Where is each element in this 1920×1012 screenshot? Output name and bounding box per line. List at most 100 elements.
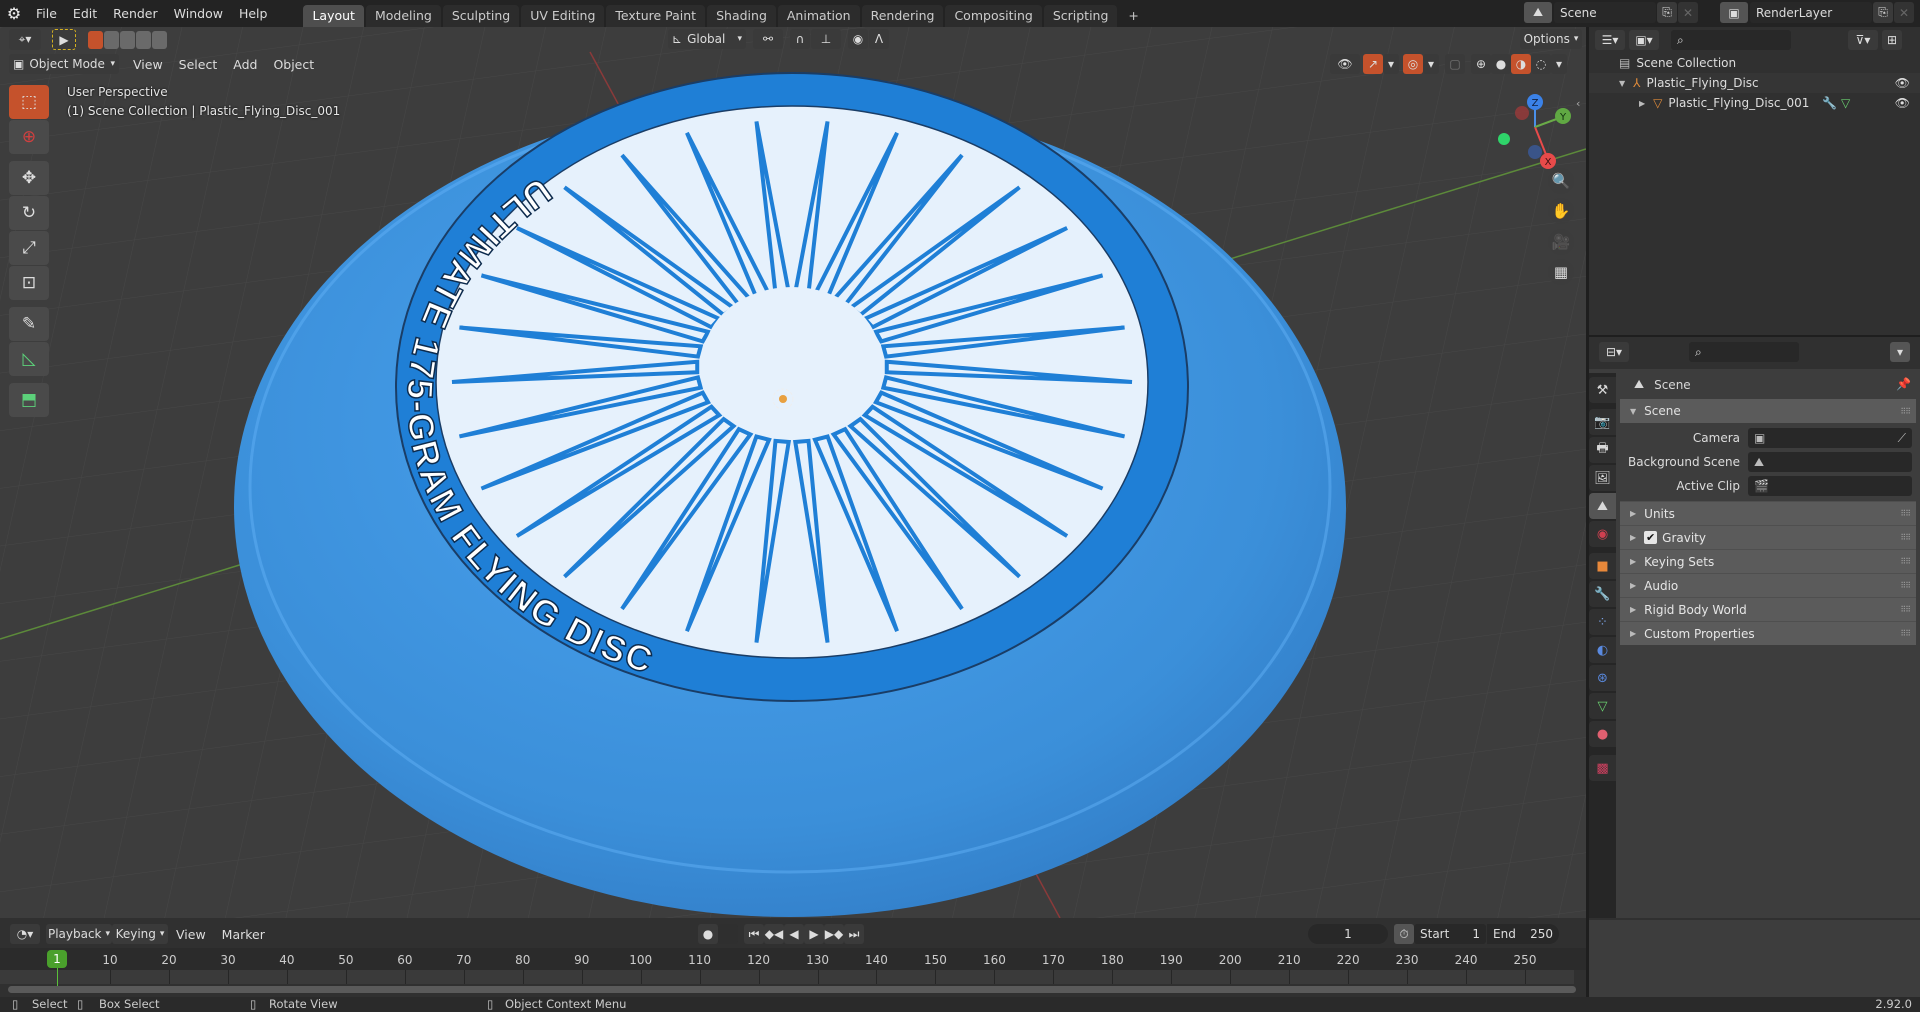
material-preview-shading-icon[interactable]: ◑ bbox=[1511, 54, 1531, 74]
view-layer-selector-icon[interactable]: ▣ bbox=[1720, 2, 1748, 23]
tab-layout[interactable]: Layout bbox=[303, 5, 364, 27]
material-tab-icon[interactable]: ● bbox=[1589, 721, 1616, 747]
view-layer-name-field[interactable]: RenderLayer bbox=[1750, 2, 1872, 23]
modifier-tab-icon[interactable]: 🔧 bbox=[1589, 581, 1616, 607]
tab-sculpting[interactable]: Sculpting bbox=[442, 5, 520, 27]
select-mode-tool-icon[interactable]: ▶ bbox=[52, 29, 76, 50]
zoom-view-icon[interactable]: 🔍 bbox=[1548, 168, 1574, 194]
timeline-editor-type-icon[interactable]: ◔▾ bbox=[10, 924, 40, 944]
delete-scene-icon[interactable]: ✕ bbox=[1678, 2, 1698, 23]
menu-window[interactable]: Window bbox=[166, 6, 231, 21]
gizmo-x-axis[interactable]: X bbox=[1540, 153, 1556, 169]
playhead-frame-indicator[interactable]: 1 bbox=[47, 950, 67, 968]
transform-orientation-dropdown[interactable]: ⊾ Global ▾ bbox=[668, 29, 746, 49]
selection-mode-new-icon[interactable] bbox=[88, 30, 103, 49]
current-frame-field[interactable]: 1 bbox=[1308, 924, 1388, 944]
cursor-tool-icon[interactable]: ⊕ bbox=[9, 120, 49, 154]
rigid-body-world-panel-header[interactable]: ▶ Rigid Body World ⠿⠿ bbox=[1620, 597, 1916, 621]
xray-toggle-icon[interactable]: ▢ bbox=[1445, 54, 1465, 74]
add-cube-tool-icon[interactable]: ⬒ bbox=[9, 383, 49, 417]
filter-icon[interactable]: ⊽▾ bbox=[1848, 30, 1878, 50]
expand-arrow-icon[interactable]: ▼ bbox=[1619, 79, 1625, 88]
play-reverse-icon[interactable]: ◀ bbox=[784, 924, 804, 944]
modifier-icon[interactable]: 🔧 bbox=[1822, 96, 1837, 110]
tab-scripting[interactable]: Scripting bbox=[1043, 5, 1118, 27]
selection-mode-invert-icon[interactable] bbox=[136, 30, 151, 49]
keying-set-icon[interactable] bbox=[718, 924, 738, 944]
sidebar-toggle-icon[interactable]: ‹ bbox=[1576, 97, 1580, 110]
mode-dropdown[interactable]: ▣ Object Mode ▾ bbox=[9, 54, 119, 74]
pivot-point-icon[interactable]: ⚯ bbox=[753, 29, 783, 49]
constraints-tab-icon[interactable]: ⊛ bbox=[1589, 665, 1616, 691]
scene-selector-icon[interactable]: ⛰ bbox=[1524, 2, 1552, 23]
menu-view[interactable]: View bbox=[125, 57, 171, 72]
data-tab-icon[interactable]: ▽ bbox=[1589, 693, 1616, 719]
menu-add[interactable]: Add bbox=[225, 57, 265, 72]
tab-uv-editing[interactable]: UV Editing bbox=[521, 5, 605, 27]
auto-keying-icon[interactable]: ● bbox=[698, 924, 718, 944]
selection-mode-subtract-icon[interactable] bbox=[120, 30, 135, 49]
outliner-item[interactable]: ▼ ⅄ Plastic_Flying_Disc 👁 bbox=[1589, 73, 1920, 93]
gizmo-dropdown-icon[interactable]: ▾ bbox=[1383, 54, 1399, 74]
outliner-search-input[interactable]: ⌕ bbox=[1671, 30, 1791, 50]
playback-dropdown[interactable]: Playback ▾ bbox=[46, 924, 112, 944]
gizmo-toggle-icon[interactable]: ↗ bbox=[1363, 54, 1383, 74]
display-mode-icon[interactable]: ▣▾ bbox=[1629, 30, 1659, 50]
properties-editor-type-icon[interactable]: ⊟▾ bbox=[1599, 342, 1629, 362]
menu-edit[interactable]: Edit bbox=[65, 6, 105, 21]
measure-tool-icon[interactable]: ◺ bbox=[9, 342, 49, 376]
drag-handle-icon[interactable]: ⠿⠿ bbox=[1900, 605, 1911, 614]
delete-view-layer-icon[interactable]: ✕ bbox=[1894, 2, 1914, 23]
eyedropper-icon[interactable]: ⟋ bbox=[1898, 431, 1906, 446]
properties-search-input[interactable]: ⌕ bbox=[1689, 342, 1799, 362]
tab-texture-paint[interactable]: Texture Paint bbox=[606, 5, 706, 27]
tab-animation[interactable]: Animation bbox=[777, 5, 860, 27]
shading-dropdown-icon[interactable]: ▾ bbox=[1551, 54, 1567, 74]
add-workspace-button[interactable]: + bbox=[1119, 5, 1147, 27]
texture-tab-icon[interactable]: ▩ bbox=[1589, 755, 1616, 781]
visibility-selectability-icon[interactable]: 👁 bbox=[1330, 54, 1360, 74]
annotate-tool-icon[interactable]: ✎ bbox=[9, 307, 49, 341]
gizmo-z-axis[interactable]: Z bbox=[1527, 94, 1543, 110]
render-tab-icon[interactable]: 📷 bbox=[1589, 409, 1616, 435]
menu-help[interactable]: Help bbox=[231, 6, 276, 21]
menu-file[interactable]: File bbox=[28, 6, 65, 21]
selection-mode-extend-icon[interactable] bbox=[104, 30, 119, 49]
snap-target-icon[interactable]: ⊥ bbox=[811, 29, 841, 49]
solid-shading-icon[interactable]: ● bbox=[1491, 54, 1511, 74]
mesh-data-icon[interactable]: ▽ bbox=[1841, 96, 1850, 110]
expand-arrow-icon[interactable]: ▶ bbox=[1639, 99, 1645, 108]
keyframe-track[interactable] bbox=[0, 970, 1574, 984]
audio-panel-header[interactable]: ▶ Audio ⠿⠿ bbox=[1620, 573, 1916, 597]
background-scene-field[interactable]: ⛰ bbox=[1748, 452, 1912, 472]
gizmo-neg-y-axis[interactable] bbox=[1498, 133, 1510, 145]
custom-properties-panel-header[interactable]: ▶ Custom Properties ⠿⠿ bbox=[1620, 621, 1916, 645]
keying-sets-panel-header[interactable]: ▶ Keying Sets ⠿⠿ bbox=[1620, 549, 1916, 573]
new-view-layer-icon[interactable]: ⎘ bbox=[1873, 2, 1893, 23]
options-dropdown[interactable]: Options ▾ bbox=[1520, 29, 1582, 49]
output-tab-icon[interactable]: 🖶 bbox=[1589, 437, 1616, 463]
camera-field[interactable]: ▣ ⟋ bbox=[1748, 428, 1912, 448]
new-collection-icon[interactable]: ⊞ bbox=[1882, 30, 1902, 50]
gizmo-y-axis[interactable]: Y bbox=[1555, 108, 1571, 124]
pin-icon[interactable]: 📌 bbox=[1896, 377, 1911, 391]
falloff-icon[interactable]: Λ bbox=[869, 29, 889, 49]
end-frame-field[interactable]: End 250 bbox=[1487, 924, 1559, 944]
3d-viewport[interactable]: ULTIMATE 175-GRAM FLYING DISC ⌖▾ ▶ ▣ Obj… bbox=[0, 27, 1586, 918]
scale-tool-icon[interactable]: ⤢ bbox=[9, 231, 49, 265]
particles-tab-icon[interactable]: ⁘ bbox=[1589, 609, 1616, 635]
physics-tab-icon[interactable]: ◐ bbox=[1589, 637, 1616, 663]
scene-panel-header[interactable]: ▼ Scene ⠿⠿ bbox=[1620, 399, 1916, 423]
selection-mode-intersect-icon[interactable] bbox=[152, 30, 167, 49]
gravity-panel-header[interactable]: ▶ ✔ Gravity ⠿⠿ bbox=[1620, 525, 1916, 549]
rendered-shading-icon[interactable]: ◌ bbox=[1531, 54, 1551, 74]
start-frame-field[interactable]: Start 1 bbox=[1414, 924, 1486, 944]
prev-keyframe-icon[interactable]: ◆◀ bbox=[764, 924, 784, 944]
drag-handle-icon[interactable]: ⠿⠿ bbox=[1900, 533, 1911, 542]
preview-range-icon[interactable]: ⏱ bbox=[1394, 924, 1414, 944]
pan-view-icon[interactable]: ✋ bbox=[1548, 198, 1574, 224]
outliner-item[interactable]: ▶ ▽ Plastic_Flying_Disc_001 🔧 ▽ 👁 bbox=[1589, 93, 1920, 113]
view-layer-tab-icon[interactable]: 🖼 bbox=[1589, 465, 1616, 491]
menu-render[interactable]: Render bbox=[105, 6, 166, 21]
camera-view-icon[interactable]: 🎥 bbox=[1548, 229, 1574, 255]
